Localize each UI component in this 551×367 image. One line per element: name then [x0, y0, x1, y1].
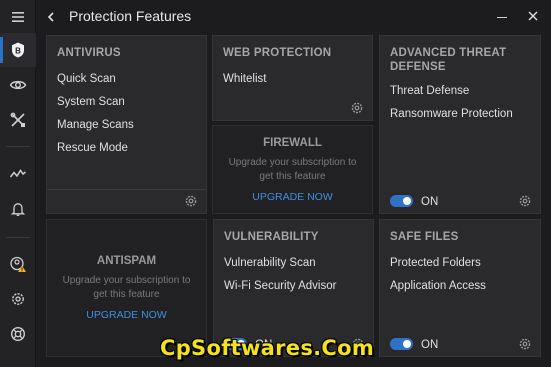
- watermark: CpSoftwares.Com: [160, 336, 375, 360]
- wifi-security-advisor-link[interactable]: Wi-Fi Security Advisor: [224, 280, 336, 292]
- bitdefender-logo-icon: B: [12, 42, 24, 58]
- card-footer: ON: [380, 189, 540, 213]
- settings-icon[interactable]: [518, 337, 532, 351]
- settings-icon[interactable]: [184, 194, 198, 208]
- rescue-mode-link[interactable]: Rescue Mode: [57, 142, 128, 154]
- toggle-label: ON: [421, 196, 439, 208]
- protected-folders-link[interactable]: Protected Folders: [390, 257, 481, 269]
- sidebar-item-privacy[interactable]: [0, 68, 36, 102]
- svg-text:B: B: [15, 46, 21, 55]
- sidebar-divider: [6, 146, 30, 147]
- settings-icon[interactable]: [518, 194, 532, 208]
- system-scan-link[interactable]: System Scan: [57, 96, 125, 108]
- card-title: ANTISPAM: [96, 255, 157, 267]
- upgrade-now-link[interactable]: UPGRADE NOW: [213, 191, 372, 203]
- manage-scans-link[interactable]: Manage Scans: [57, 119, 134, 131]
- menu-button[interactable]: [0, 0, 36, 34]
- upgrade-now-link[interactable]: UPGRADE NOW: [47, 309, 206, 321]
- card-title: ANTIVIRUS: [57, 47, 121, 59]
- account-warning-icon: [10, 256, 26, 272]
- bell-icon: [10, 203, 26, 216]
- card-title: VULNERABILITY: [224, 231, 319, 243]
- upgrade-message: Upgrade your subscription to get this fe…: [62, 275, 191, 300]
- card-footer: [213, 96, 372, 120]
- sidebar-item-support[interactable]: [0, 317, 36, 351]
- settings-icon: [12, 293, 24, 305]
- safe-files-toggle[interactable]: [390, 338, 413, 350]
- header: Protection Features: [36, 0, 551, 34]
- sidebar-divider: [6, 237, 30, 238]
- close-icon[interactable]: [527, 10, 539, 22]
- application-access-link[interactable]: Application Access: [390, 280, 486, 292]
- vulnerability-scan-link[interactable]: Vulnerability Scan: [224, 257, 316, 269]
- sidebar-item-account[interactable]: [0, 247, 36, 281]
- card-footer: [47, 189, 206, 213]
- card-web-protection: WEB PROTECTION Whitelist: [212, 35, 373, 121]
- card-advanced-threat-defense: ADVANCED THREAT DEFENSE Threat Defense R…: [379, 35, 541, 214]
- card-firewall: FIREWALL Upgrade your subscription to ge…: [212, 125, 373, 214]
- card-safe-files: SAFE FILES Protected Folders Application…: [379, 219, 541, 357]
- sidebar-item-settings[interactable]: [0, 282, 36, 316]
- minimize-button[interactable]: [497, 17, 507, 18]
- upgrade-message: Upgrade your subscription to get this fe…: [228, 157, 357, 182]
- eye-icon: [9, 80, 27, 90]
- ransomware-protection-link[interactable]: Ransomware Protection: [390, 108, 513, 120]
- sidebar: B: [0, 0, 36, 367]
- card-footer: ON: [380, 332, 540, 356]
- settings-icon[interactable]: [350, 101, 364, 115]
- sidebar-item-activity[interactable]: [0, 157, 36, 191]
- tools-icon: [10, 112, 25, 127]
- quick-scan-link[interactable]: Quick Scan: [57, 73, 116, 85]
- advanced-threat-toggle[interactable]: [390, 195, 413, 207]
- menu-icon: [12, 12, 24, 22]
- back-arrow-icon[interactable]: [44, 9, 58, 25]
- card-title: ADVANCED THREAT DEFENSE: [390, 47, 507, 73]
- threat-defense-link[interactable]: Threat Defense: [390, 85, 469, 97]
- activity-icon: [9, 169, 26, 178]
- card-antivirus: ANTIVIRUS Quick Scan System Scan Manage …: [46, 35, 207, 214]
- sidebar-item-protection[interactable]: B: [0, 33, 36, 67]
- card-title: SAFE FILES: [390, 231, 459, 243]
- support-icon: [10, 326, 26, 342]
- whitelist-link[interactable]: Whitelist: [223, 73, 266, 85]
- sidebar-item-utilities[interactable]: [0, 103, 36, 137]
- sidebar-item-notifications[interactable]: [0, 192, 36, 226]
- card-title: FIREWALL: [263, 137, 322, 149]
- toggle-label: ON: [421, 339, 439, 351]
- page-title: Protection Features: [69, 8, 192, 24]
- card-title: WEB PROTECTION: [223, 47, 332, 59]
